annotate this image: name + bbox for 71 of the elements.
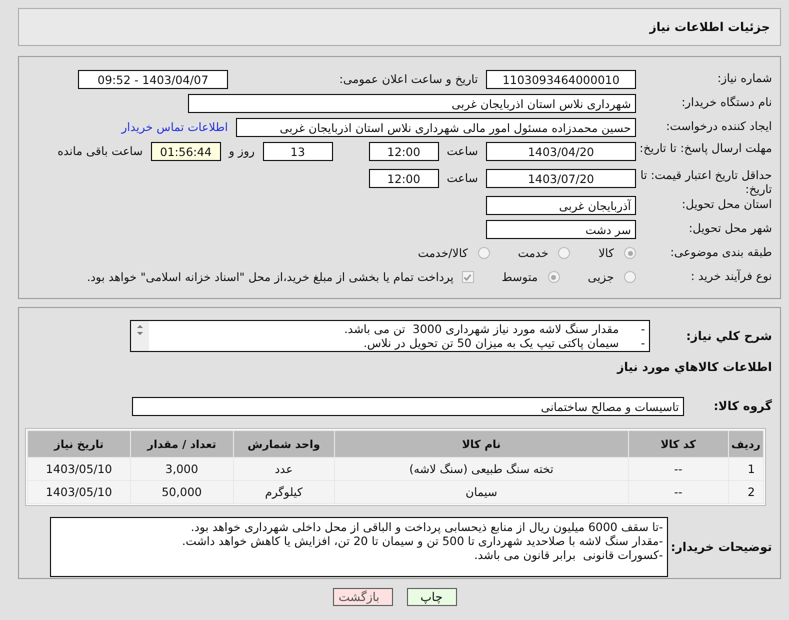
field-label: توضیحات خریدار:: [670, 540, 772, 554]
value-field: آذربایجان غربی: [486, 196, 636, 214]
field-label: گروه کالا:: [712, 398, 772, 414]
field-label: طبقه بندی موضوعی:: [669, 246, 772, 260]
remaining-field: 01:56:44: [150, 142, 221, 161]
scroll-arrows-icon[interactable]: [135, 323, 145, 337]
field-label: ایجاد کننده درخواست:: [665, 120, 772, 134]
date-field: 1403/07/20: [486, 169, 636, 188]
time-field: 12:00: [368, 169, 439, 188]
value-field: 1103093464000010: [486, 70, 636, 88]
table-cell: --: [628, 481, 728, 503]
table-cell: 1403/05/10: [28, 458, 130, 480]
value-field: 1403/04/07 - 09:52: [78, 70, 228, 88]
radio-button[interactable]: [558, 247, 570, 259]
radio-button[interactable]: [548, 271, 560, 283]
field-label: شماره نیاز:: [716, 72, 772, 86]
notes-line: -مقدار سنگ لاشه با صلاحدید شهرداری تا 500 تن و سیمان تا 20 تن، افزایش یا کاهش خواهد داشت.: [181, 534, 663, 548]
column-header: نام کالا: [334, 431, 628, 457]
days-label: روز و: [228, 143, 255, 160]
checkbox-label: پرداخت تمام یا بخشی از مبلغ خرید،از محل "اسناد خزانه اسلامی" خواهد بود.: [86, 270, 454, 284]
value-field: سر دشت: [486, 220, 636, 238]
field-label: تاریخ و ساعت اعلان عمومی:: [338, 72, 479, 86]
print-button[interactable]: چاپ: [406, 588, 456, 606]
radio-label: متوسط: [502, 270, 538, 284]
contact-link[interactable]: اطلاعات تماس خریدار: [121, 120, 228, 134]
radio-label: کالا/خدمت: [418, 246, 468, 260]
field-label: شرح کلي نياز:: [685, 328, 772, 344]
column-header: تاریخ نیاز: [28, 431, 130, 457]
field-label: حداقل تاریخ اعتبار قیمت: تا تاریخ:: [639, 169, 772, 197]
radio-label: خدمت: [518, 246, 548, 260]
time-label: ساعت: [446, 170, 478, 187]
value-field: شهرداری نلاس استان اذربایجان غربی: [188, 94, 636, 112]
page-title: جزئیات اطلاعات نیاز: [649, 20, 770, 34]
time-field: 12:00: [368, 142, 439, 161]
checkbox[interactable]: [462, 271, 474, 283]
days-field: 13: [262, 142, 333, 161]
description-line: - سیمان پاکتی تیپ یک به میزان 50 تن تحویل در نلاس.: [362, 336, 645, 350]
field-label: نوع فرآیند خرید :: [690, 270, 772, 284]
table-cell: کیلوگرم: [234, 481, 334, 503]
table-cell: عدد: [234, 458, 334, 480]
field-label: استان محل تحویل:: [680, 198, 772, 212]
notes-line: -کسورات قانونی برابر قانون می باشد.: [473, 548, 663, 562]
field-label: نام دستگاه خریدار:: [680, 96, 772, 110]
column-header: کد کالا: [628, 431, 728, 457]
value-field: حسین محمدزاده مسئول امور مالی شهرداری نلاس استان اذربایجان غربی: [236, 118, 636, 136]
column-header: تعداد / مقدار: [130, 431, 233, 457]
remaining-label: ساعت باقی مانده: [58, 143, 143, 160]
column-header: واحد شمارش: [234, 431, 334, 457]
table-cell: 3,000: [130, 458, 233, 480]
table-cell: 50,000: [130, 481, 233, 503]
value-field: تاسیسات و مصالح ساختمانی: [132, 396, 684, 416]
notes-line: -تا سقف 6000 میلیون ریال از منابع ذیحسابی پرداخت و الباقی از محل داخلی شهرداری خواهد بود.: [190, 520, 663, 534]
table-cell: سیمان: [334, 481, 628, 503]
radio-button[interactable]: [478, 247, 490, 259]
table-cell: 1: [728, 458, 763, 480]
table-cell: --: [628, 458, 728, 480]
radio-button[interactable]: [624, 271, 636, 283]
table-cell: 1403/05/10: [28, 481, 130, 503]
section-title: اطلاعات کالاهاي مورد نياز: [616, 360, 772, 376]
date-field: 1403/04/20: [486, 142, 636, 161]
field-label: شهر محل تحویل:: [688, 222, 772, 236]
description-line: - مقدار سنگ لاشه مورد نیاز شهرداری 3000 تن می باشد.: [343, 322, 645, 336]
table-cell: 2: [728, 481, 763, 503]
radio-button[interactable]: [624, 247, 636, 259]
radio-label: جزیی: [588, 270, 614, 284]
column-header: ردیف: [728, 431, 763, 457]
field-label: مهلت ارسال پاسخ: تا تاریخ:: [638, 142, 772, 156]
time-label: ساعت: [446, 143, 478, 160]
back-button[interactable]: بازگشت: [332, 588, 392, 606]
table-cell: تخته سنگ طبیعی (سنگ لاشه): [334, 458, 628, 480]
radio-label: کالا: [598, 246, 614, 260]
